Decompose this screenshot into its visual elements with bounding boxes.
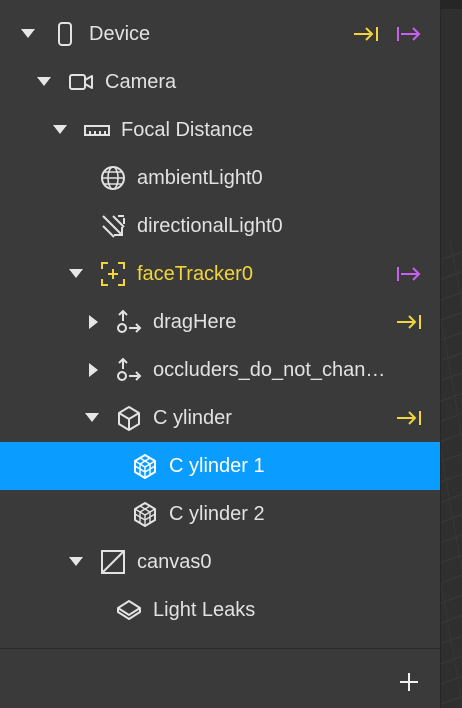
tree-row-focal-distance[interactable]: Focal Distance [0,106,440,154]
collapse-arrow[interactable] [69,557,83,566]
camera-icon [68,69,94,95]
viewport-top-cap [441,0,462,9]
ruler-icon [84,117,110,143]
tree-label: faceTracker0 [137,263,253,285]
tree-row-drag-here[interactable]: dragHere [0,298,440,346]
tree-label: directionalLight0 [137,215,283,237]
tree-row-device[interactable]: Device [0,10,440,58]
tree-label: occluders_do_not_chan… [153,359,386,381]
footer-divider [0,648,440,649]
tree-label: Camera [105,71,177,93]
add-object-button[interactable] [396,669,422,695]
globe-icon [100,165,126,191]
tree-label: C ylinder 1 [169,455,265,477]
canvas-icon [100,549,126,575]
input-patch-icon[interactable] [395,310,423,334]
tree-label: C ylinder 2 [169,503,265,525]
tree-row-directional-light[interactable]: directionalLight0 [0,202,440,250]
tree-row-ambient-light[interactable]: ambientLight0 [0,154,440,202]
tree-label: Focal Distance [121,119,254,141]
plane-icon [116,597,142,623]
collapse-arrow[interactable] [37,77,51,86]
tree-label: Device [89,23,151,45]
mesh-icon [132,501,158,527]
collapse-arrow[interactable] [85,413,99,422]
tree-row-occluders[interactable]: occluders_do_not_chan… [0,346,440,394]
scene-panel: Device Camera Focal Distance ambientLigh… [0,0,440,708]
tree-row-camera[interactable]: Camera [0,58,440,106]
face-tracker-icon [100,261,126,287]
tree-row-face-tracker[interactable]: faceTracker0 [0,250,440,298]
output-patch-icon[interactable] [395,22,423,46]
tree-label: canvas0 [137,551,212,573]
tree-row-canvas[interactable]: canvas0 [0,538,440,586]
viewport-grid [441,240,462,708]
tree-row-light-leaks[interactable]: Light Leaks [0,586,440,634]
tree-label: C ylinder [153,407,232,429]
mesh-icon [132,453,158,479]
cube-icon [116,405,142,431]
device-phone-icon [52,21,78,47]
transform-icon [116,357,142,383]
expand-arrow[interactable] [89,363,98,377]
tree-row-cylinder-1[interactable]: C ylinder 1 [0,442,440,490]
tree-label: dragHere [153,311,237,333]
input-patch-icon[interactable] [352,22,380,46]
expand-arrow[interactable] [89,315,98,329]
collapse-arrow[interactable] [69,269,83,278]
tree-row-cylinder[interactable]: C ylinder [0,394,440,442]
viewport-edge [440,0,462,708]
tree-row-cylinder-2[interactable]: C ylinder 2 [0,490,440,538]
tree-label: Light Leaks [153,599,256,621]
transform-icon [116,309,142,335]
collapse-arrow[interactable] [53,125,67,134]
tree-label: ambientLight0 [137,167,263,189]
collapse-arrow[interactable] [21,29,35,38]
directional-light-icon [100,213,126,239]
output-patch-icon[interactable] [395,262,423,286]
input-patch-icon[interactable] [395,406,423,430]
